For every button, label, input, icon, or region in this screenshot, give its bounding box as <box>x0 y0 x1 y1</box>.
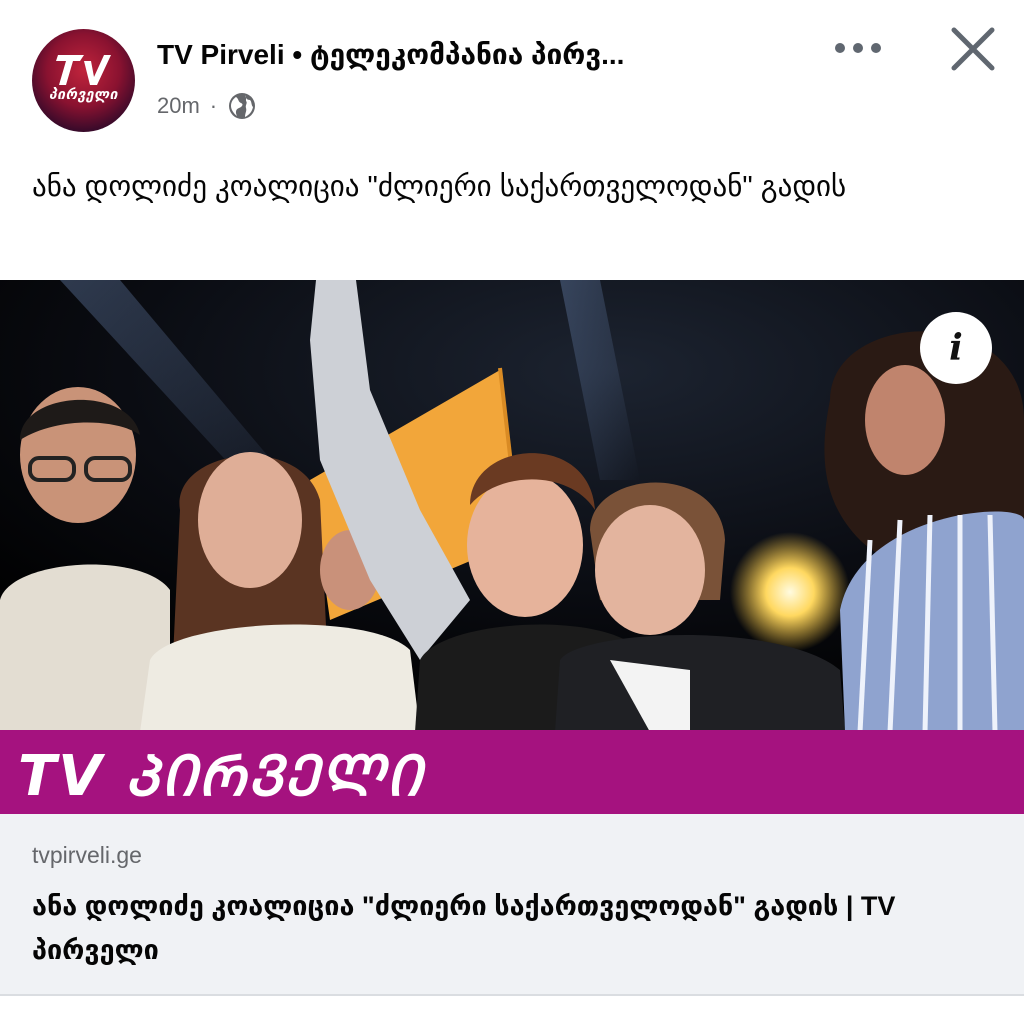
close-icon[interactable] <box>948 24 998 74</box>
post-text: ანა დოლიძე კოალიცია "ძლიერი საქართველოდა… <box>32 171 847 203</box>
page-avatar[interactable]: პირველი <box>32 29 135 132</box>
globe-icon[interactable] <box>227 91 257 121</box>
more-options-icon[interactable] <box>832 38 884 58</box>
post-meta: 20m · <box>157 91 257 121</box>
link-title[interactable]: ანა დოლიძე კოალიცია "ძლიერი საქართველოდა… <box>32 884 1002 972</box>
page-name[interactable]: TV Pirveli • ტელეკომპანია პირვ... <box>157 38 757 71</box>
info-button[interactable]: i <box>920 312 992 384</box>
post-header: პირველი TV Pirveli • ტელეკომპანია პირვ..… <box>0 0 1024 150</box>
post-time[interactable]: 20m <box>157 93 200 119</box>
post-photo[interactable] <box>0 280 1024 732</box>
channel-banner: TV ᲞᲘᲠᲕᲔᲚᲘ <box>0 730 1024 814</box>
banner-text: TV ᲞᲘᲠᲕᲔᲚᲘ <box>18 744 424 809</box>
tv-logo-icon <box>56 55 111 85</box>
link-preview-card[interactable]: tvpirveli.ge ანა დოლიძე კოალიცია "ძლიერი… <box>0 814 1024 994</box>
divider <box>0 994 1024 996</box>
avatar-label: პირველი <box>48 87 119 103</box>
rally-photo-image <box>0 280 1024 732</box>
link-domain: tvpirveli.ge <box>32 842 142 868</box>
meta-separator: · <box>209 93 218 118</box>
